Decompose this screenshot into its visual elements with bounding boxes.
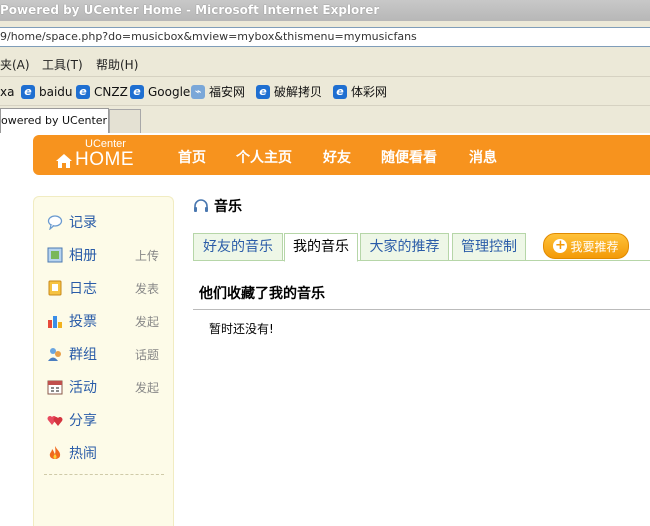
photo-icon bbox=[47, 247, 63, 263]
sidebar-item-event[interactable]: 活动 发起 bbox=[47, 377, 167, 397]
sidebar-item-action[interactable]: 上传 bbox=[135, 247, 159, 264]
tab-recommendations[interactable]: 大家的推荐 bbox=[360, 233, 449, 261]
sidebar-item-action[interactable]: 发起 bbox=[135, 379, 159, 396]
link-label: baidu bbox=[39, 84, 73, 99]
sidebar-item-action[interactable]: 发起 bbox=[135, 313, 159, 330]
sidebar: 记录 相册 上传 日志 发表 投票 发起 群组 话题 活动 发起 分享 热闹 bbox=[33, 196, 174, 526]
tab-manage[interactable]: 管理控制 bbox=[452, 233, 526, 261]
link-label: 体彩网 bbox=[351, 85, 388, 99]
link-lottery[interactable]: e 体彩网 bbox=[333, 83, 387, 100]
sidebar-item-blog[interactable]: 日志 发表 bbox=[47, 278, 167, 298]
link-baidu[interactable]: e baidu bbox=[21, 83, 73, 100]
sidebar-item-label: 记录 bbox=[69, 215, 97, 231]
ie-page-icon: e bbox=[130, 84, 144, 99]
links-bar: xa e baidu e CNZZ e Google ⌁ 福安网 e 破解拷贝 … bbox=[0, 77, 650, 106]
calendar-icon bbox=[47, 380, 63, 395]
tab-my-music[interactable]: 我的音乐 bbox=[284, 233, 358, 262]
sidebar-item-album[interactable]: 相册 上传 bbox=[47, 245, 167, 265]
nav-browse[interactable]: 随便看看 bbox=[381, 147, 437, 167]
speech-bubble-icon bbox=[47, 215, 63, 230]
browser-tab[interactable]: owered by UCenter ... bbox=[0, 108, 109, 133]
sidebar-item-record[interactable]: 记录 bbox=[47, 212, 167, 232]
menu-help[interactable]: 帮助(H) bbox=[96, 56, 138, 73]
home-icon bbox=[56, 154, 72, 168]
sidebar-item-share[interactable]: 分享 bbox=[47, 410, 167, 430]
ie-page-icon: e bbox=[76, 84, 90, 99]
sidebar-divider bbox=[44, 474, 164, 475]
browser-tab-bar: owered by UCenter ... bbox=[0, 106, 650, 133]
headphones-icon bbox=[194, 199, 208, 212]
sidebar-item-label: 活动 bbox=[69, 380, 97, 396]
page-title: 音乐 bbox=[214, 199, 242, 215]
nav-messages[interactable]: 消息 bbox=[469, 147, 497, 167]
link-label: CNZZ bbox=[94, 84, 128, 99]
link-cnzz[interactable]: e CNZZ bbox=[76, 83, 128, 100]
sidebar-item-label: 热闹 bbox=[69, 446, 97, 462]
recommend-button-label: 我要推荐 bbox=[570, 239, 619, 254]
sidebar-item-label: 投票 bbox=[69, 314, 97, 330]
ie-page-icon: e bbox=[21, 84, 35, 99]
url-field[interactable]: 9/home/space.php?do=musicbox&mview=mybox… bbox=[0, 27, 650, 47]
nav-home[interactable]: 首页 bbox=[178, 147, 206, 167]
ie-page-icon: e bbox=[333, 84, 347, 99]
link-label: 破解拷贝 bbox=[274, 85, 323, 99]
sidebar-item-hot[interactable]: 热闹 bbox=[47, 443, 167, 463]
link-label: xa bbox=[0, 84, 15, 99]
address-bar: 9/home/space.php?do=musicbox&mview=mybox… bbox=[0, 21, 650, 51]
site-header: UCenter HOME 首页 个人主页 好友 随便看看 消息 bbox=[33, 135, 650, 175]
ie-page-icon: e bbox=[256, 84, 270, 99]
section-title: 音乐 bbox=[193, 196, 242, 216]
bar-chart-icon bbox=[48, 316, 62, 328]
sidebar-item-label: 分享 bbox=[69, 413, 97, 429]
notebook-icon bbox=[48, 280, 62, 296]
sidebar-item-action[interactable]: 发表 bbox=[135, 280, 159, 297]
nav-personal[interactable]: 个人主页 bbox=[236, 147, 292, 167]
content-divider bbox=[193, 309, 650, 310]
link-fuan[interactable]: ⌁ 福安网 bbox=[191, 83, 245, 100]
flame-icon bbox=[49, 446, 61, 459]
link-google[interactable]: e Google bbox=[130, 83, 190, 100]
sidebar-item-label: 日志 bbox=[69, 281, 97, 297]
recommend-button[interactable]: + 我要推荐 bbox=[543, 233, 629, 259]
link-label: 福安网 bbox=[209, 85, 246, 99]
empty-message: 暂时还没有! bbox=[209, 322, 274, 336]
link-label: Google bbox=[148, 84, 191, 99]
menu-tools[interactable]: 工具(T) bbox=[42, 56, 83, 73]
menu-favorites[interactable]: 夹(A) bbox=[0, 56, 30, 73]
sidebar-item-label: 相册 bbox=[69, 248, 97, 264]
sidebar-item-action[interactable]: 话题 bbox=[135, 346, 159, 363]
link-crack[interactable]: e 破解拷贝 bbox=[256, 83, 322, 100]
content-heading: 他们收藏了我的音乐 bbox=[199, 286, 325, 302]
sidebar-item-label: 群组 bbox=[69, 347, 97, 363]
page-icon: ⌁ bbox=[191, 84, 205, 99]
plus-icon: + bbox=[553, 238, 568, 253]
window-title-bar: Powered by UCenter Home - Microsoft Inte… bbox=[0, 0, 650, 21]
hearts-icon bbox=[47, 416, 63, 426]
nav-friends[interactable]: 好友 bbox=[323, 147, 351, 167]
group-icon bbox=[48, 348, 61, 361]
sidebar-item-group[interactable]: 群组 话题 bbox=[47, 344, 167, 364]
sidebar-item-poll[interactable]: 投票 发起 bbox=[47, 311, 167, 331]
tab-friends-music[interactable]: 好友的音乐 bbox=[193, 233, 283, 261]
new-tab-button[interactable] bbox=[109, 109, 141, 133]
logo-home: HOME bbox=[75, 149, 134, 170]
menu-bar: 夹(A) 工具(T) 帮助(H) bbox=[0, 51, 650, 77]
link-xa[interactable]: xa bbox=[0, 83, 14, 100]
window-title: Powered by UCenter Home - Microsoft Inte… bbox=[0, 3, 380, 17]
